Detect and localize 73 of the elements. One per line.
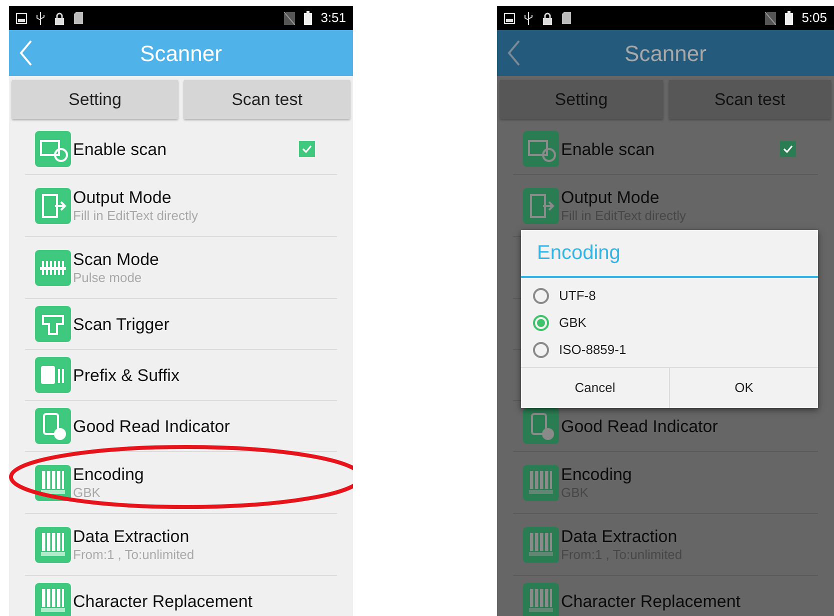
setting-title: Character Replacement	[73, 590, 253, 612]
usb-icon	[36, 12, 45, 24]
setting-title: Scan Trigger	[73, 314, 170, 334]
lock-icon	[54, 12, 65, 24]
settings-row[interactable]: Scan Mode Pulse mode	[25, 249, 337, 286]
setting-icon	[35, 250, 71, 286]
tab[interactable]: Scan test	[184, 80, 350, 119]
tab[interactable]: Setting	[12, 80, 178, 119]
setting-icon	[523, 131, 559, 167]
setting-title: Encoding	[561, 464, 632, 485]
setting-title: Good Read Indicator	[561, 416, 718, 436]
settings-row[interactable]: Data Extraction From:1 , To:unlimited	[25, 526, 337, 563]
checkbox[interactable]	[299, 141, 315, 157]
setting-value: From:1 , To:unlimited	[73, 547, 194, 563]
battery-icon	[304, 11, 312, 25]
setting-title: Good Read Indicator	[73, 416, 230, 436]
setting-title: Data Extraction	[561, 526, 678, 547]
settings-row[interactable]: Scan Trigger	[25, 306, 337, 342]
sd-card-icon	[74, 12, 83, 24]
setting-icon	[523, 526, 559, 562]
setting-value: Fill in EditText directly	[73, 208, 198, 224]
setting-icon	[35, 357, 71, 393]
setting-icon	[35, 188, 71, 224]
setting-icon	[523, 408, 559, 444]
setting-title: Enable scan	[73, 138, 167, 160]
dialog-title: Encoding	[537, 241, 620, 266]
status-time: 5:05	[802, 9, 827, 28]
setting-icon	[523, 188, 559, 224]
radio-option[interactable]: GBK	[521, 309, 818, 336]
radio-button[interactable]	[533, 288, 549, 304]
radio-button[interactable]	[533, 314, 549, 330]
settings-row[interactable]: Enable scan	[25, 131, 299, 167]
setting-icon	[35, 306, 71, 342]
no-sim-icon	[284, 12, 295, 24]
settings-row[interactable]: Good Read Indicator	[25, 408, 337, 444]
setting-title: Character Replacement	[561, 590, 741, 612]
setting-title: Enable scan	[561, 138, 655, 160]
setting-title: Scan Mode	[73, 249, 159, 270]
radio-option[interactable]: ISO-8859-1	[521, 336, 818, 363]
setting-title: Output Mode	[73, 187, 172, 208]
usb-icon	[524, 12, 533, 24]
setting-title: Data Extraction	[73, 526, 190, 547]
header-title: Scanner	[624, 40, 706, 68]
setting-title: Prefix & Suffix	[73, 364, 180, 386]
setting-title: Output Mode	[561, 187, 660, 208]
status-time: 3:51	[320, 9, 346, 28]
setting-icon	[523, 464, 559, 500]
setting-value: Pulse mode	[73, 270, 143, 286]
settings-row[interactable]: Character Replacement	[25, 583, 337, 616]
sd-card-icon	[562, 12, 571, 24]
settings-row[interactable]: Output Mode Fill in EditText directly	[25, 187, 337, 224]
battery-icon	[784, 11, 793, 25]
image-icon	[16, 12, 27, 24]
setting-value: GBK	[73, 485, 102, 501]
setting-icon	[35, 408, 71, 444]
setting-icon	[35, 131, 71, 167]
setting-icon	[35, 583, 71, 616]
dialog-button[interactable]: Cancel	[521, 368, 669, 408]
header-title: Scanner	[140, 40, 222, 68]
radio-button[interactable]	[533, 342, 549, 358]
back-icon[interactable]	[507, 40, 521, 66]
setting-icon	[523, 583, 559, 616]
radio-option[interactable]: UTF-8	[521, 282, 818, 309]
dialog-button[interactable]: OK	[669, 368, 818, 408]
check-icon	[782, 143, 794, 155]
image-icon	[504, 12, 515, 24]
setting-icon	[35, 526, 71, 562]
setting-title: Encoding	[73, 464, 144, 485]
check-icon	[301, 143, 313, 155]
checkbox[interactable]	[780, 141, 796, 157]
settings-row[interactable]: Prefix & Suffix	[25, 357, 337, 393]
no-sim-icon	[764, 12, 776, 24]
lock-icon	[542, 12, 553, 24]
